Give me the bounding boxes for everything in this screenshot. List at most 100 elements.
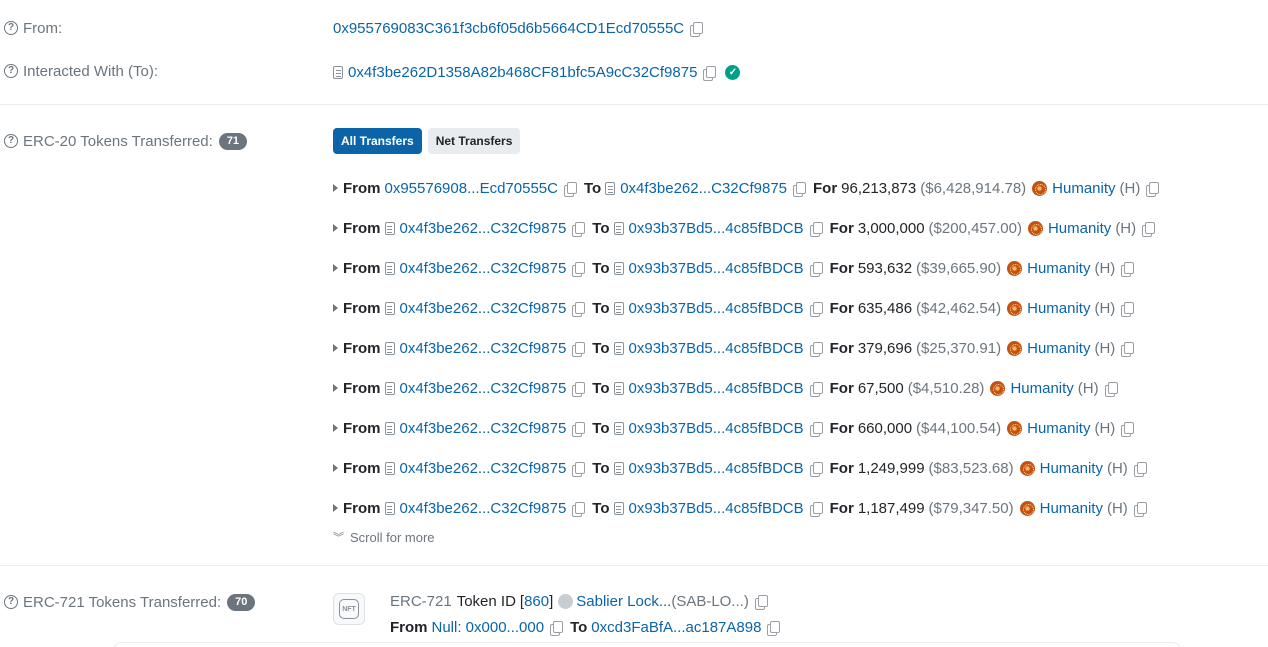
copy-icon[interactable] bbox=[1121, 421, 1135, 437]
transfer-from-link[interactable]: 0x4f3be262...C32Cf9875 bbox=[400, 500, 567, 517]
expand-caret-icon[interactable] bbox=[333, 184, 338, 192]
interacted-address-link[interactable]: 0x4f3be262D1358A82b468CF81bfc5A9cC32Cf98… bbox=[348, 64, 697, 81]
token-link[interactable]: Humanity bbox=[1027, 260, 1090, 277]
token-link[interactable]: Humanity bbox=[1052, 180, 1115, 197]
token-link[interactable]: Humanity bbox=[1027, 340, 1090, 357]
copy-icon[interactable] bbox=[572, 221, 586, 237]
token-link[interactable]: Humanity bbox=[1040, 500, 1103, 517]
transfer-from-link[interactable]: 0x4f3be262...C32Cf9875 bbox=[400, 300, 567, 317]
interacted-label-row: ? Interacted With (To): bbox=[4, 60, 158, 82]
expand-caret-icon[interactable] bbox=[333, 384, 338, 392]
copy-icon[interactable] bbox=[1133, 501, 1147, 517]
contract-icon bbox=[333, 65, 343, 79]
transfer-from-link[interactable]: 0x95576908...Ecd70555C bbox=[385, 180, 558, 197]
copy-icon[interactable] bbox=[809, 461, 823, 477]
copy-icon[interactable] bbox=[793, 181, 806, 197]
transfer-to-link[interactable]: 0x93b37Bd5...4c85fBDCB bbox=[629, 260, 804, 277]
token-symbol: (H) bbox=[1115, 219, 1137, 237]
copy-icon[interactable] bbox=[550, 620, 564, 636]
copy-icon[interactable] bbox=[1121, 301, 1135, 317]
token-symbol: (H) bbox=[1119, 179, 1141, 197]
copy-icon[interactable] bbox=[572, 461, 586, 477]
transfer-to-link[interactable]: 0x93b37Bd5...4c85fBDCB bbox=[629, 500, 804, 517]
from-keyword: From bbox=[343, 499, 381, 517]
help-circle-icon[interactable]: ? bbox=[4, 64, 18, 78]
copy-icon[interactable] bbox=[563, 181, 577, 197]
nft-thumbnail[interactable]: NFT bbox=[333, 593, 365, 625]
help-circle-icon[interactable]: ? bbox=[4, 21, 18, 35]
copy-icon[interactable] bbox=[572, 421, 586, 437]
contract-icon bbox=[613, 341, 624, 355]
copy-icon[interactable] bbox=[809, 341, 823, 357]
tab-all-transfers[interactable]: All Transfers bbox=[333, 128, 422, 154]
contract-icon bbox=[613, 261, 624, 275]
expand-caret-icon[interactable] bbox=[333, 264, 338, 272]
token-id-link[interactable]: 860 bbox=[524, 593, 549, 610]
copy-icon[interactable] bbox=[809, 221, 823, 237]
expand-caret-icon[interactable] bbox=[333, 464, 338, 472]
scroll-for-more[interactable]: ︾ Scroll for more bbox=[333, 528, 435, 546]
contract-icon bbox=[613, 381, 624, 395]
help-circle-icon[interactable]: ? bbox=[4, 595, 18, 609]
expand-caret-icon[interactable] bbox=[333, 224, 338, 232]
tab-net-transfers[interactable]: Net Transfers bbox=[427, 128, 521, 154]
transfer-from-link[interactable]: 0x4f3be262...C32Cf9875 bbox=[400, 340, 567, 357]
copy-icon[interactable] bbox=[809, 421, 823, 437]
transfer-to-link[interactable]: 0x93b37Bd5...4c85fBDCB bbox=[629, 340, 804, 357]
transfer-to-link[interactable]: 0x93b37Bd5...4c85fBDCB bbox=[629, 300, 804, 317]
erc721-to-link[interactable]: 0xcd3FaBfA...ac187A898 bbox=[591, 619, 761, 636]
copy-icon[interactable] bbox=[1146, 181, 1160, 197]
copy-icon[interactable] bbox=[809, 501, 823, 517]
copy-icon[interactable] bbox=[1142, 221, 1156, 237]
copy-icon[interactable] bbox=[703, 65, 717, 81]
copy-icon[interactable] bbox=[809, 301, 823, 317]
expand-caret-icon[interactable] bbox=[333, 304, 338, 312]
transfer-amount: 96,213,873 bbox=[841, 179, 917, 197]
copy-icon[interactable] bbox=[754, 594, 768, 610]
interacted-value: 0x4f3be262D1358A82b468CF81bfc5A9cC32Cf98… bbox=[333, 61, 741, 83]
token-link[interactable]: Humanity bbox=[1027, 420, 1090, 437]
copy-icon[interactable] bbox=[1104, 381, 1118, 397]
expand-caret-icon[interactable] bbox=[333, 504, 338, 512]
token-link[interactable]: Humanity bbox=[1027, 300, 1090, 317]
copy-icon[interactable] bbox=[1121, 341, 1135, 357]
copy-icon[interactable] bbox=[809, 381, 823, 397]
contract-icon bbox=[613, 501, 624, 515]
transfer-row: From 0x4f3be262...C32Cf9875 To 0x93b37Bd5..… bbox=[333, 257, 1135, 279]
from-address-link[interactable]: 0x955769083C361f3cb6f05d6b5664CD1Ecd7055… bbox=[333, 20, 684, 37]
transfer-row: From 0x4f3be262...C32Cf9875 To 0x93b37Bd5..… bbox=[333, 417, 1135, 439]
token-link[interactable]: Humanity bbox=[1010, 380, 1073, 397]
transfer-from-link[interactable]: 0x4f3be262...C32Cf9875 bbox=[400, 460, 567, 477]
copy-icon[interactable] bbox=[1133, 461, 1147, 477]
to-keyword: To bbox=[592, 339, 610, 357]
expand-caret-icon[interactable] bbox=[333, 424, 338, 432]
expand-caret-icon[interactable] bbox=[333, 344, 338, 352]
token-link[interactable]: Humanity bbox=[1040, 460, 1103, 477]
transfer-to-link[interactable]: 0x93b37Bd5...4c85fBDCB bbox=[629, 420, 804, 437]
token-link[interactable]: Humanity bbox=[1048, 220, 1111, 237]
copy-icon[interactable] bbox=[572, 381, 586, 397]
transfer-from-link[interactable]: 0x4f3be262...C32Cf9875 bbox=[400, 420, 567, 437]
transfer-from-link[interactable]: 0x4f3be262...C32Cf9875 bbox=[400, 380, 567, 397]
transfer-to-link[interactable]: 0x4f3be262...C32Cf9875 bbox=[620, 180, 787, 197]
copy-icon[interactable] bbox=[572, 501, 586, 517]
copy-icon[interactable] bbox=[809, 261, 823, 277]
transfer-to-link[interactable]: 0x93b37Bd5...4c85fBDCB bbox=[629, 460, 804, 477]
transfer-usd-value: ($4,510.28) bbox=[907, 379, 985, 397]
help-circle-icon[interactable]: ? bbox=[4, 134, 18, 148]
contract-icon bbox=[613, 301, 624, 315]
erc721-from-link[interactable]: Null: 0x000...000 bbox=[432, 619, 545, 636]
collection-link[interactable]: Sablier Lock... bbox=[576, 593, 671, 610]
copy-icon[interactable] bbox=[1121, 261, 1135, 277]
transfer-to-link[interactable]: 0x93b37Bd5...4c85fBDCB bbox=[629, 220, 804, 237]
copy-icon[interactable] bbox=[767, 620, 781, 636]
transfer-to-link[interactable]: 0x93b37Bd5...4c85fBDCB bbox=[629, 380, 804, 397]
copy-icon[interactable] bbox=[572, 341, 586, 357]
erc721-standard: ERC-721 bbox=[390, 592, 452, 610]
copy-icon[interactable] bbox=[690, 21, 704, 37]
transfer-from-link[interactable]: 0x4f3be262...C32Cf9875 bbox=[400, 260, 567, 277]
from-keyword: From bbox=[343, 219, 381, 237]
transfer-from-link[interactable]: 0x4f3be262...C32Cf9875 bbox=[400, 220, 567, 237]
copy-icon[interactable] bbox=[572, 261, 586, 277]
copy-icon[interactable] bbox=[572, 301, 586, 317]
